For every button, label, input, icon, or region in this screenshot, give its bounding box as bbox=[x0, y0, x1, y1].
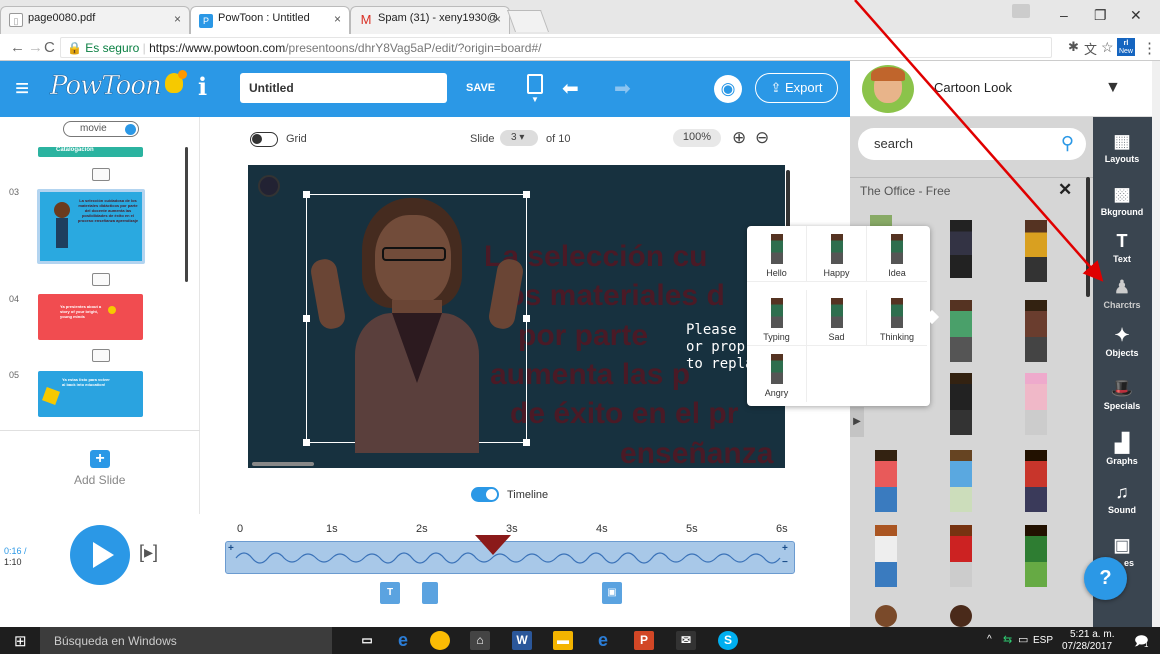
notification-count: 1 bbox=[1144, 640, 1149, 649]
windows-taskbar: ⊞ Búsqueda en Windows ▭ e ⌂ W ▬ e P ✉ S … bbox=[0, 627, 1160, 654]
app-root: ▯ page0080.pdf × P PowToon : Untitled × MS… bbox=[0, 0, 1160, 654]
taskbar-search[interactable]: Búsqueda en Windows bbox=[40, 627, 332, 654]
mail-icon[interactable]: ✉ bbox=[676, 631, 696, 650]
tray-time[interactable]: 5:21 a. m. bbox=[1070, 629, 1114, 640]
store-icon[interactable]: ⌂ bbox=[470, 631, 490, 650]
chrome-icon[interactable] bbox=[430, 631, 450, 650]
powerpoint-icon[interactable]: P bbox=[634, 631, 654, 650]
task-view-icon[interactable]: ▭ bbox=[357, 631, 377, 650]
tray-battery-icon[interactable]: ▭ bbox=[1018, 633, 1028, 646]
tray-language[interactable]: ESP bbox=[1033, 635, 1053, 646]
annotation-arrow bbox=[854, 0, 1104, 282]
file-explorer-icon[interactable]: ▬ bbox=[553, 631, 573, 650]
ie-icon[interactable]: e bbox=[593, 631, 613, 650]
tray-date[interactable]: 07/28/2017 bbox=[1062, 641, 1112, 652]
skype-icon[interactable]: S bbox=[718, 631, 738, 650]
word-icon[interactable]: W bbox=[512, 631, 532, 650]
windows-start-icon[interactable]: ⊞ bbox=[14, 632, 27, 650]
taskbar-search-text: Búsqueda en Windows bbox=[54, 634, 177, 648]
edge-icon[interactable]: e bbox=[393, 631, 413, 650]
tray-chevron-icon[interactable]: ^ bbox=[987, 634, 992, 645]
tray-network-icon[interactable]: ⇆ bbox=[1003, 633, 1012, 646]
